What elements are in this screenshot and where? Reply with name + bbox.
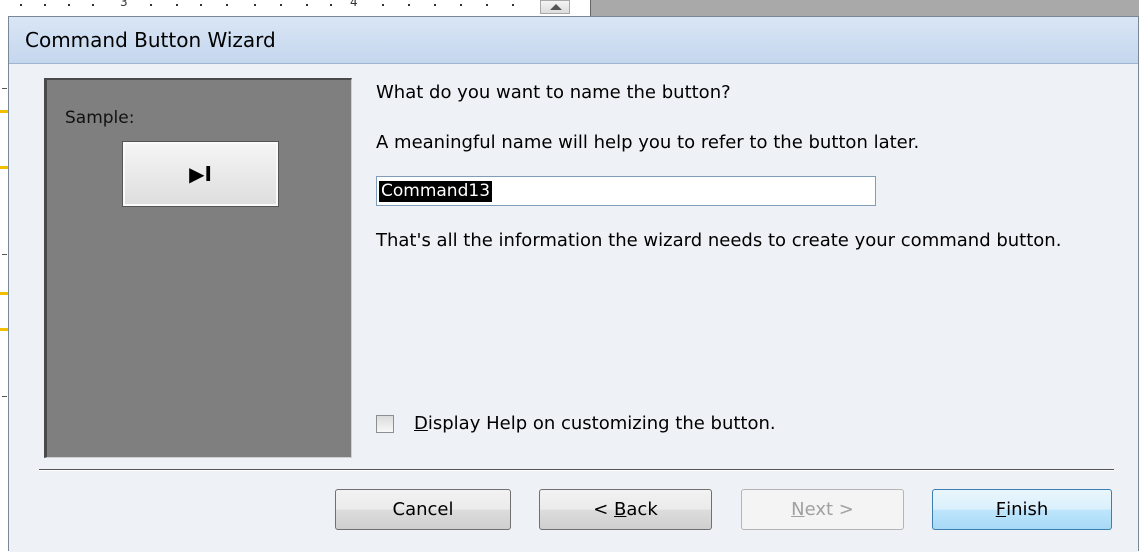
ruler-marker bbox=[0, 166, 8, 169]
accelerator-key: F bbox=[995, 499, 1007, 520]
accelerator-key: N bbox=[791, 499, 805, 520]
ruler-tick bbox=[200, 4, 202, 6]
name-question: What do you want to name the button? bbox=[376, 82, 731, 103]
ruler-tick bbox=[306, 4, 308, 6]
ruler-tick bbox=[44, 4, 46, 6]
sample-label: Sample: bbox=[65, 108, 135, 128]
ruler-tick bbox=[512, 4, 514, 6]
background-workspace bbox=[590, 0, 1139, 16]
ruler-tick bbox=[460, 4, 462, 6]
ruler-tick bbox=[330, 4, 332, 6]
ruler-tick bbox=[92, 4, 94, 6]
finish-button-label: inish bbox=[1006, 499, 1049, 520]
ruler-tick bbox=[382, 4, 384, 6]
cancel-button-label: Cancel bbox=[392, 499, 454, 520]
display-help-option[interactable]: Display Help on customizing the button. bbox=[376, 413, 776, 434]
accelerator-key: D bbox=[414, 413, 428, 434]
next-button-label: ext > bbox=[804, 499, 854, 520]
back-button[interactable]: < Back bbox=[539, 489, 712, 530]
display-help-label-text: isplay Help on customizing the button. bbox=[427, 413, 776, 434]
ruler-tick bbox=[176, 4, 178, 6]
next-button: Next > bbox=[741, 489, 904, 530]
vertical-ruler bbox=[0, 16, 8, 551]
ruler-tick bbox=[68, 4, 70, 6]
ruler-marker bbox=[0, 110, 8, 113]
wizard-info: That's all the information the wizard ne… bbox=[376, 230, 1062, 251]
ruler-tick bbox=[226, 4, 228, 6]
back-button-label: ack bbox=[626, 499, 658, 520]
ruler-tick bbox=[486, 4, 488, 6]
ruler-tick bbox=[280, 4, 282, 6]
ruler-marker bbox=[0, 328, 8, 331]
ruler-number: 4 bbox=[350, 0, 358, 9]
footer-divider bbox=[39, 469, 1114, 471]
back-button-prefix: < bbox=[593, 499, 615, 520]
sample-button-preview: ▶I bbox=[122, 141, 279, 207]
ruler-tick bbox=[408, 4, 410, 6]
ruler-tick bbox=[434, 4, 436, 6]
ruler-tick bbox=[20, 4, 22, 6]
cancel-button[interactable]: Cancel bbox=[335, 489, 511, 530]
ruler-tick bbox=[150, 4, 152, 6]
scroll-up-button[interactable] bbox=[540, 0, 570, 14]
button-name-value: Command13 bbox=[379, 181, 493, 202]
last-record-icon: ▶I bbox=[189, 162, 212, 186]
dialog-body: Sample: ▶I What do you want to name the … bbox=[9, 64, 1138, 552]
command-button-wizard-dialog: Command Button Wizard Sample: ▶I What do… bbox=[8, 16, 1139, 552]
display-help-checkbox[interactable] bbox=[376, 414, 394, 433]
display-help-label[interactable]: Display Help on customizing the button. bbox=[414, 413, 776, 434]
accelerator-key: B bbox=[614, 499, 627, 520]
ruler-tick bbox=[254, 4, 256, 6]
button-name-input[interactable]: Command13 bbox=[376, 176, 876, 206]
ruler-marker bbox=[0, 292, 8, 295]
name-hint: A meaningful name will help you to refer… bbox=[376, 132, 920, 153]
dialog-titlebar[interactable]: Command Button Wizard bbox=[9, 17, 1138, 64]
ruler-tick bbox=[2, 254, 7, 255]
dialog-title: Command Button Wizard bbox=[25, 28, 276, 52]
ruler-tick bbox=[2, 396, 7, 397]
ruler-number: 3 bbox=[120, 0, 128, 9]
ruler-tick bbox=[2, 88, 7, 89]
horizontal-ruler: 3 4 bbox=[0, 0, 590, 17]
finish-button[interactable]: Finish bbox=[932, 489, 1112, 530]
sample-panel: Sample: ▶I bbox=[44, 78, 352, 458]
